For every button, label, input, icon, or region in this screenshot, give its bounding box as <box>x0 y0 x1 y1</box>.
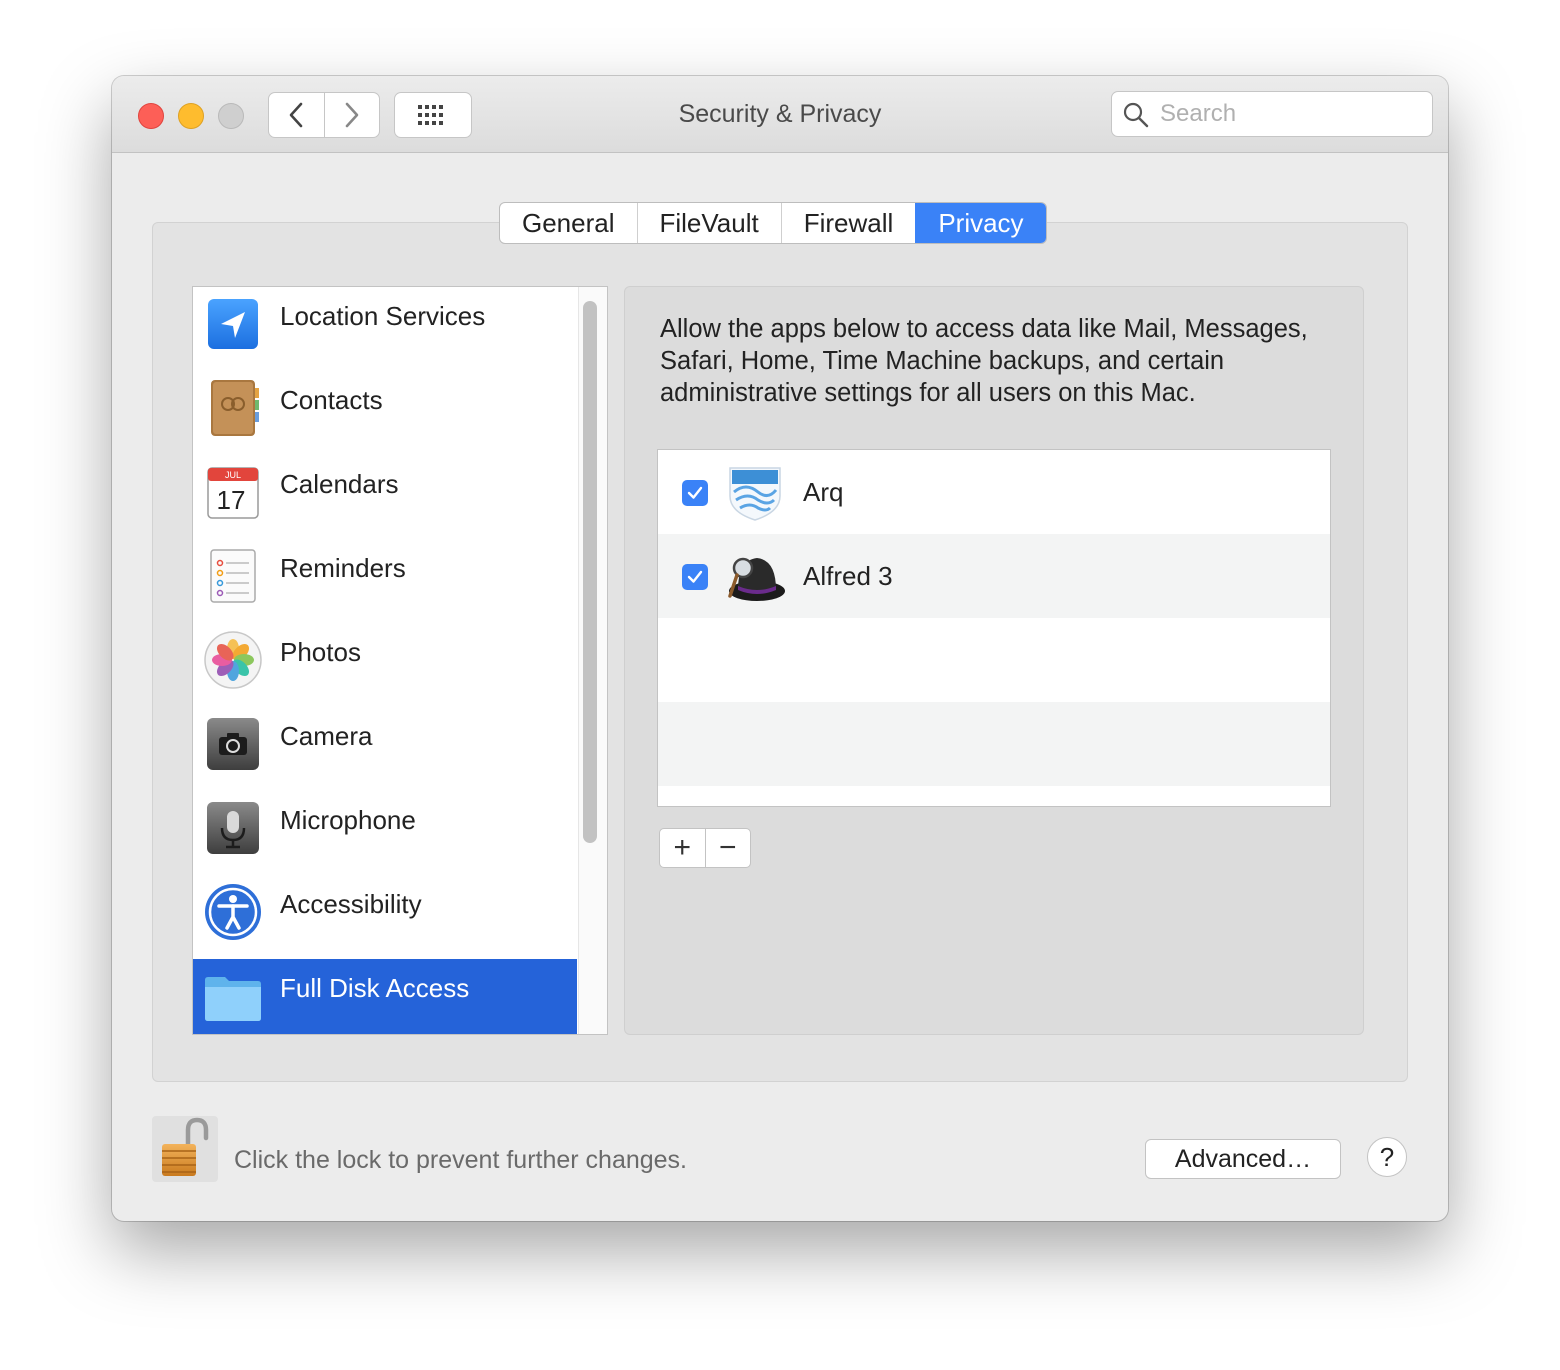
arq-icon <box>729 467 781 521</box>
full-disk-access-panel: Allow the apps below to access data like… <box>624 286 1364 1035</box>
contacts-book-icon <box>211 380 259 436</box>
help-button[interactable]: ? <box>1367 1137 1407 1177</box>
sidebar-item-calendars[interactable]: JUL 17 Calendars <box>193 455 577 539</box>
sidebar-item-label: Contacts <box>280 385 383 415</box>
tab-firewall[interactable]: Firewall <box>780 203 916 243</box>
remove-app-button[interactable]: − <box>704 829 751 867</box>
tab-filevault[interactable]: FileVault <box>636 203 781 243</box>
sidebar-item-full-disk-access[interactable]: Full Disk Access <box>193 959 577 1034</box>
sidebar-item-label: Reminders <box>280 553 406 583</box>
sidebar-item-label: Accessibility <box>280 889 422 919</box>
add-remove-buttons: + − <box>659 828 751 868</box>
search-input[interactable] <box>1158 92 1422 136</box>
camera-icon <box>207 718 259 770</box>
accessibility-icon <box>205 884 261 940</box>
checkmark-icon <box>687 570 703 583</box>
sidebar-item-location-services[interactable]: Location Services <box>193 287 577 371</box>
calendar-day: 17 <box>217 485 246 515</box>
sidebar-item-reminders[interactable]: Reminders <box>193 539 577 623</box>
add-app-button[interactable]: + <box>660 829 705 867</box>
sidebar-item-label: Camera <box>280 721 373 751</box>
sidebar-item-label: Photos <box>280 637 361 667</box>
sidebar-scrollbar[interactable] <box>583 301 597 843</box>
privacy-category-list: Location Services Contacts JUL 17 Calend… <box>192 286 608 1035</box>
app-name: Alfred 3 <box>803 561 893 591</box>
calendar-icon: JUL 17 <box>207 467 259 519</box>
app-list: Arq Alfred 3 <box>657 449 1331 807</box>
unlocked-padlock-icon <box>162 1117 209 1176</box>
sidebar-item-accessibility[interactable]: Accessibility <box>193 875 577 959</box>
sidebar-item-label: Calendars <box>280 469 399 499</box>
search-field[interactable] <box>1111 91 1433 137</box>
tab-general[interactable]: General <box>500 203 637 243</box>
calendar-month: JUL <box>225 470 241 480</box>
sidebar-item-contacts[interactable]: Contacts <box>193 371 577 455</box>
sidebar-item-photos[interactable]: Photos <box>193 623 577 707</box>
microphone-icon <box>207 802 259 854</box>
title-bar: Security & Privacy <box>112 76 1448 153</box>
app-checkbox-alfred[interactable] <box>682 564 708 590</box>
sidebar-item-microphone[interactable]: Microphone <box>193 791 577 875</box>
checkmark-icon <box>687 486 703 499</box>
lock-status-text: Click the lock to prevent further change… <box>234 1146 688 1174</box>
sidebar-item-camera[interactable]: Camera <box>193 707 577 791</box>
sidebar-item-label: Location Services <box>280 301 486 331</box>
app-name: Arq <box>803 477 844 507</box>
empty-row <box>658 702 1330 786</box>
sidebar-item-label: Full Disk Access <box>280 973 470 1003</box>
empty-row <box>658 618 1330 702</box>
folder-icon <box>205 977 261 1021</box>
security-privacy-window: Security & Privacy General FileVault Fir… <box>112 76 1448 1221</box>
photos-flower-icon <box>204 631 262 689</box>
advanced-button[interactable]: Advanced… <box>1145 1139 1341 1179</box>
sidebar-item-label: Microphone <box>280 805 416 835</box>
search-icon <box>1123 102 1149 128</box>
tab-privacy[interactable]: Privacy <box>915 203 1046 243</box>
list-item[interactable]: Alfred 3 <box>658 534 1330 618</box>
lock-button[interactable] <box>152 1116 218 1182</box>
app-checkbox-arq[interactable] <box>682 480 708 506</box>
reminders-icon <box>210 549 256 603</box>
location-arrow-icon <box>208 299 258 349</box>
list-item[interactable]: Arq <box>658 450 1330 534</box>
full-disk-access-description: Allow the apps below to access data like… <box>660 315 1308 407</box>
tab-bar: General FileVault Firewall Privacy <box>499 202 1047 244</box>
alfred-hat-icon <box>728 557 785 601</box>
